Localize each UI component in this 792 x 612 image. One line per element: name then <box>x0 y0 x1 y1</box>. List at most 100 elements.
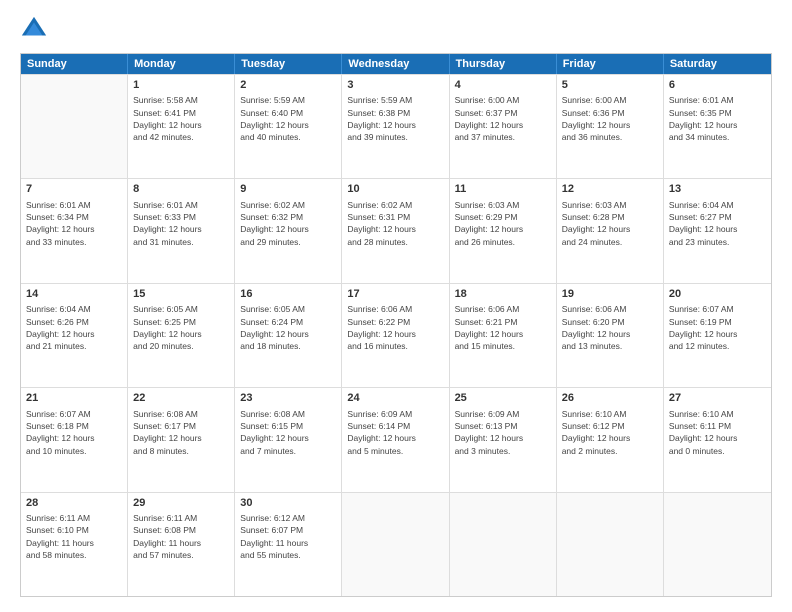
day-info: Sunrise: 5:59 AM Sunset: 6:40 PM Dayligh… <box>240 94 336 143</box>
day-info: Sunrise: 6:04 AM Sunset: 6:27 PM Dayligh… <box>669 199 766 248</box>
day-number: 9 <box>240 182 336 197</box>
day-info: Sunrise: 6:00 AM Sunset: 6:36 PM Dayligh… <box>562 94 658 143</box>
calendar-cell: 2Sunrise: 5:59 AM Sunset: 6:40 PM Daylig… <box>235 75 342 178</box>
day-info: Sunrise: 6:07 AM Sunset: 6:18 PM Dayligh… <box>26 408 122 457</box>
calendar-cell <box>557 493 664 596</box>
day-number: 28 <box>26 496 122 511</box>
calendar-cell <box>21 75 128 178</box>
day-info: Sunrise: 6:00 AM Sunset: 6:37 PM Dayligh… <box>455 94 551 143</box>
day-info: Sunrise: 6:09 AM Sunset: 6:13 PM Dayligh… <box>455 408 551 457</box>
day-number: 4 <box>455 78 551 93</box>
day-number: 27 <box>669 391 766 406</box>
day-info: Sunrise: 6:07 AM Sunset: 6:19 PM Dayligh… <box>669 303 766 352</box>
calendar-cell: 27 Sunrise: 6:10 AM Sunset: 6:11 PM Dayli… <box>664 388 771 491</box>
calendar-header: SundayMondayTuesdayWednesdayThursdayFrid… <box>21 54 771 74</box>
day-info: Sunrise: 6:01 AM Sunset: 6:35 PM Dayligh… <box>669 94 766 143</box>
calendar-cell: 17Sunrise: 6:06 AM Sunset: 6:22 PM Dayli… <box>342 284 449 387</box>
day-number: 2 <box>240 78 336 93</box>
day-number: 16 <box>240 287 336 302</box>
day-info: Sunrise: 6:05 AM Sunset: 6:24 PM Dayligh… <box>240 303 336 352</box>
calendar-cell: 14Sunrise: 6:04 AM Sunset: 6:26 PM Dayli… <box>21 284 128 387</box>
weekday-header: Saturday <box>664 54 771 74</box>
day-info: Sunrise: 6:03 AM Sunset: 6:28 PM Dayligh… <box>562 199 658 248</box>
calendar-cell: 9 Sunrise: 6:02 AM Sunset: 6:32 PM Daylig… <box>235 179 342 282</box>
day-number: 18 <box>455 287 551 302</box>
day-number: 20 <box>669 287 766 302</box>
day-info: Sunrise: 6:06 AM Sunset: 6:20 PM Dayligh… <box>562 303 658 352</box>
calendar-cell: 15Sunrise: 6:05 AM Sunset: 6:25 PM Dayli… <box>128 284 235 387</box>
weekday-header: Friday <box>557 54 664 74</box>
day-number: 22 <box>133 391 229 406</box>
header <box>20 15 772 43</box>
calendar-cell: 11 Sunrise: 6:03 AM Sunset: 6:29 PM Dayli… <box>450 179 557 282</box>
day-number: 10 <box>347 182 443 197</box>
day-info: Sunrise: 6:02 AM Sunset: 6:32 PM Dayligh… <box>240 199 336 248</box>
day-number: 19 <box>562 287 658 302</box>
weekday-header: Tuesday <box>235 54 342 74</box>
day-info: Sunrise: 6:02 AM Sunset: 6:31 PM Dayligh… <box>347 199 443 248</box>
day-number: 3 <box>347 78 443 93</box>
calendar-week-row: 28Sunrise: 6:11 AM Sunset: 6:10 PM Dayli… <box>21 492 771 596</box>
day-info: Sunrise: 6:04 AM Sunset: 6:26 PM Dayligh… <box>26 303 122 352</box>
day-info: Sunrise: 6:08 AM Sunset: 6:15 PM Dayligh… <box>240 408 336 457</box>
day-number: 1 <box>133 78 229 93</box>
day-info: Sunrise: 6:10 AM Sunset: 6:11 PM Dayligh… <box>669 408 766 457</box>
calendar-cell: 1Sunrise: 5:58 AM Sunset: 6:41 PM Daylig… <box>128 75 235 178</box>
calendar-cell: 12 Sunrise: 6:03 AM Sunset: 6:28 PM Dayli… <box>557 179 664 282</box>
day-info: Sunrise: 6:01 AM Sunset: 6:33 PM Dayligh… <box>133 199 229 248</box>
calendar-cell: 24 Sunrise: 6:09 AM Sunset: 6:14 PM Dayli… <box>342 388 449 491</box>
calendar-week-row: 7Sunrise: 6:01 AM Sunset: 6:34 PM Daylig… <box>21 178 771 282</box>
calendar-cell: 29Sunrise: 6:11 AM Sunset: 6:08 PM Dayli… <box>128 493 235 596</box>
weekday-header: Wednesday <box>342 54 449 74</box>
day-info: Sunrise: 6:06 AM Sunset: 6:21 PM Dayligh… <box>455 303 551 352</box>
calendar-week-row: 14Sunrise: 6:04 AM Sunset: 6:26 PM Dayli… <box>21 283 771 387</box>
calendar-cell: 7Sunrise: 6:01 AM Sunset: 6:34 PM Daylig… <box>21 179 128 282</box>
calendar-cell: 16Sunrise: 6:05 AM Sunset: 6:24 PM Dayli… <box>235 284 342 387</box>
day-number: 8 <box>133 182 229 197</box>
day-number: 21 <box>26 391 122 406</box>
logo-icon <box>20 15 48 43</box>
day-info: Sunrise: 6:06 AM Sunset: 6:22 PM Dayligh… <box>347 303 443 352</box>
day-number: 23 <box>240 391 336 406</box>
day-number: 12 <box>562 182 658 197</box>
calendar-cell: 21 Sunrise: 6:07 AM Sunset: 6:18 PM Dayli… <box>21 388 128 491</box>
calendar-body: 1Sunrise: 5:58 AM Sunset: 6:41 PM Daylig… <box>21 74 771 596</box>
day-number: 24 <box>347 391 443 406</box>
day-info: Sunrise: 5:58 AM Sunset: 6:41 PM Dayligh… <box>133 94 229 143</box>
day-number: 30 <box>240 496 336 511</box>
day-number: 15 <box>133 287 229 302</box>
day-info: Sunrise: 6:10 AM Sunset: 6:12 PM Dayligh… <box>562 408 658 457</box>
calendar-cell: 4Sunrise: 6:00 AM Sunset: 6:37 PM Daylig… <box>450 75 557 178</box>
calendar-cell <box>450 493 557 596</box>
page: SundayMondayTuesdayWednesdayThursdayFrid… <box>0 0 792 612</box>
calendar-cell: 25 Sunrise: 6:09 AM Sunset: 6:13 PM Dayli… <box>450 388 557 491</box>
calendar-cell <box>342 493 449 596</box>
day-info: Sunrise: 6:05 AM Sunset: 6:25 PM Dayligh… <box>133 303 229 352</box>
calendar-cell: 23 Sunrise: 6:08 AM Sunset: 6:15 PM Dayli… <box>235 388 342 491</box>
calendar-cell: 26 Sunrise: 6:10 AM Sunset: 6:12 PM Dayli… <box>557 388 664 491</box>
calendar-week-row: 21 Sunrise: 6:07 AM Sunset: 6:18 PM Dayli… <box>21 387 771 491</box>
calendar-cell: 6Sunrise: 6:01 AM Sunset: 6:35 PM Daylig… <box>664 75 771 178</box>
day-number: 29 <box>133 496 229 511</box>
day-number: 25 <box>455 391 551 406</box>
day-info: Sunrise: 6:09 AM Sunset: 6:14 PM Dayligh… <box>347 408 443 457</box>
day-info: Sunrise: 6:03 AM Sunset: 6:29 PM Dayligh… <box>455 199 551 248</box>
calendar-cell: 3Sunrise: 5:59 AM Sunset: 6:38 PM Daylig… <box>342 75 449 178</box>
day-info: Sunrise: 5:59 AM Sunset: 6:38 PM Dayligh… <box>347 94 443 143</box>
day-number: 7 <box>26 182 122 197</box>
calendar-cell: 30Sunrise: 6:12 AM Sunset: 6:07 PM Dayli… <box>235 493 342 596</box>
day-number: 13 <box>669 182 766 197</box>
calendar-cell: 8 Sunrise: 6:01 AM Sunset: 6:33 PM Daylig… <box>128 179 235 282</box>
calendar-week-row: 1Sunrise: 5:58 AM Sunset: 6:41 PM Daylig… <box>21 74 771 178</box>
day-number: 11 <box>455 182 551 197</box>
day-info: Sunrise: 6:12 AM Sunset: 6:07 PM Dayligh… <box>240 512 336 561</box>
calendar: SundayMondayTuesdayWednesdayThursdayFrid… <box>20 53 772 597</box>
day-info: Sunrise: 6:08 AM Sunset: 6:17 PM Dayligh… <box>133 408 229 457</box>
calendar-cell: 10 Sunrise: 6:02 AM Sunset: 6:31 PM Dayli… <box>342 179 449 282</box>
day-number: 17 <box>347 287 443 302</box>
calendar-cell <box>664 493 771 596</box>
calendar-cell: 18Sunrise: 6:06 AM Sunset: 6:21 PM Dayli… <box>450 284 557 387</box>
day-number: 26 <box>562 391 658 406</box>
weekday-header: Monday <box>128 54 235 74</box>
day-number: 14 <box>26 287 122 302</box>
